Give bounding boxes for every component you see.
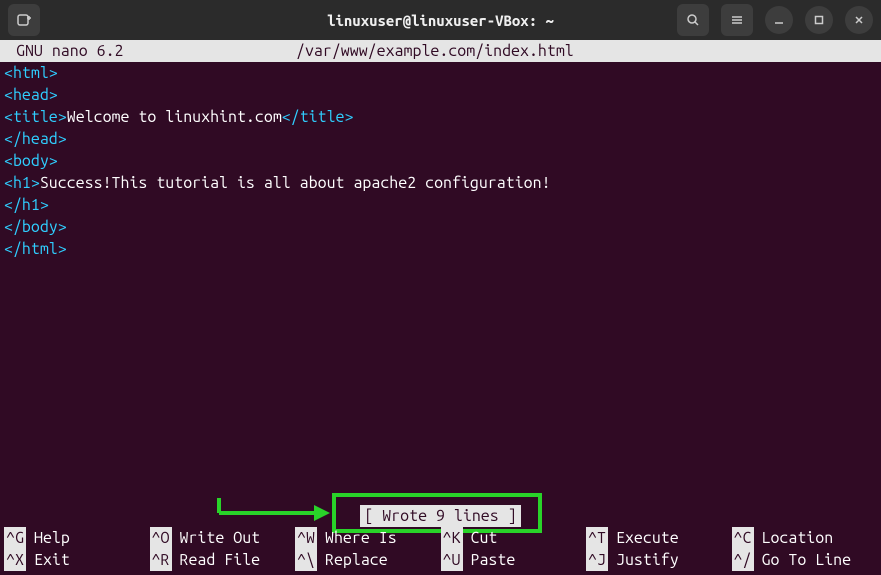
shortcut-key: ^C — [732, 527, 754, 549]
shortcut-label: Read File — [180, 549, 261, 571]
shortcut-hint: ^K Cut — [441, 527, 587, 549]
search-button[interactable] — [677, 4, 709, 36]
new-tab-button[interactable] — [8, 4, 40, 36]
code-line: </body> — [0, 216, 881, 238]
shortcut-label: Paste — [471, 549, 516, 571]
shortcut-label: Help — [34, 527, 70, 549]
shortcut-key: ^J — [586, 549, 608, 571]
shortcut-key: ^K — [441, 527, 463, 549]
shortcut-hint: ^C Location — [732, 527, 878, 549]
shortcut-key: ^T — [586, 527, 608, 549]
shortcut-key: ^W — [295, 527, 317, 549]
code-line: </html> — [0, 238, 881, 260]
shortcut-key: ^G — [4, 527, 26, 549]
code-line: <head> — [0, 84, 881, 106]
minimize-button[interactable] — [765, 6, 793, 34]
shortcut-label: Write Out — [180, 527, 261, 549]
shortcut-label: Location — [762, 527, 834, 549]
shortcut-label: Exit — [34, 549, 70, 571]
shortcut-key: ^O — [150, 527, 172, 549]
shortcut-key: ^X — [4, 549, 26, 571]
shortcut-key: ^U — [441, 549, 463, 571]
status-message: [ Wrote 9 lines ] — [360, 505, 520, 527]
shortcut-label: Go To Line — [762, 549, 852, 571]
shortcut-hint: ^R Read File — [150, 549, 296, 571]
code-line: </head> — [0, 128, 881, 150]
shortcut-label: Where Is — [325, 527, 397, 549]
shortcut-bar: ^G Help ^X Exit ^O Write Out ^R Read File ^W Wher… — [0, 527, 881, 571]
shortcut-hint: ^J Justify — [586, 549, 732, 571]
shortcut-key: ^R — [150, 549, 172, 571]
terminal-area[interactable]: GNU nano 6.2 /var/www/example.com/index.… — [0, 40, 881, 575]
shortcut-label: Cut — [471, 527, 498, 549]
code-line: <body> — [0, 150, 881, 172]
window-titlebar: linuxuser@linuxuser-VBox: ~ — [0, 0, 881, 40]
nano-file-path: /var/www/example.com/index.html — [296, 40, 574, 62]
shortcut-hint: ^G Help — [4, 527, 150, 549]
shortcut-label: Execute — [616, 527, 679, 549]
shortcut-key: ^/ — [732, 549, 754, 571]
editor-content[interactable]: <html><head><title>Welcome to linuxhint.… — [0, 62, 881, 260]
shortcut-hint: ^\ Replace — [295, 549, 441, 571]
shortcut-hint: ^W Where Is — [295, 527, 441, 549]
shortcut-label: Justify — [616, 549, 679, 571]
shortcut-hint: ^O Write Out — [150, 527, 296, 549]
shortcut-hint: ^U Paste — [441, 549, 587, 571]
code-line: <h1>Success!This tutorial is all about a… — [0, 172, 881, 194]
menu-button[interactable] — [721, 4, 753, 36]
status-bar: [ Wrote 9 lines ] — [0, 505, 881, 527]
shortcut-hint: ^/ Go To Line — [732, 549, 878, 571]
maximize-button[interactable] — [805, 6, 833, 34]
code-line: <title>Welcome to linuxhint.com</title> — [0, 106, 881, 128]
shortcut-key: ^\ — [295, 549, 317, 571]
close-button[interactable] — [845, 6, 873, 34]
nano-header: GNU nano 6.2 /var/www/example.com/index.… — [0, 40, 881, 62]
shortcut-hint: ^T Execute — [586, 527, 732, 549]
shortcut-hint: ^X Exit — [4, 549, 150, 571]
shortcut-label: Replace — [325, 549, 388, 571]
nano-app-name: GNU nano 6.2 — [16, 40, 296, 62]
window-title: linuxuser@linuxuser-VBox: ~ — [208, 12, 673, 29]
code-line: <html> — [0, 62, 881, 84]
code-line: </h1> — [0, 194, 881, 216]
